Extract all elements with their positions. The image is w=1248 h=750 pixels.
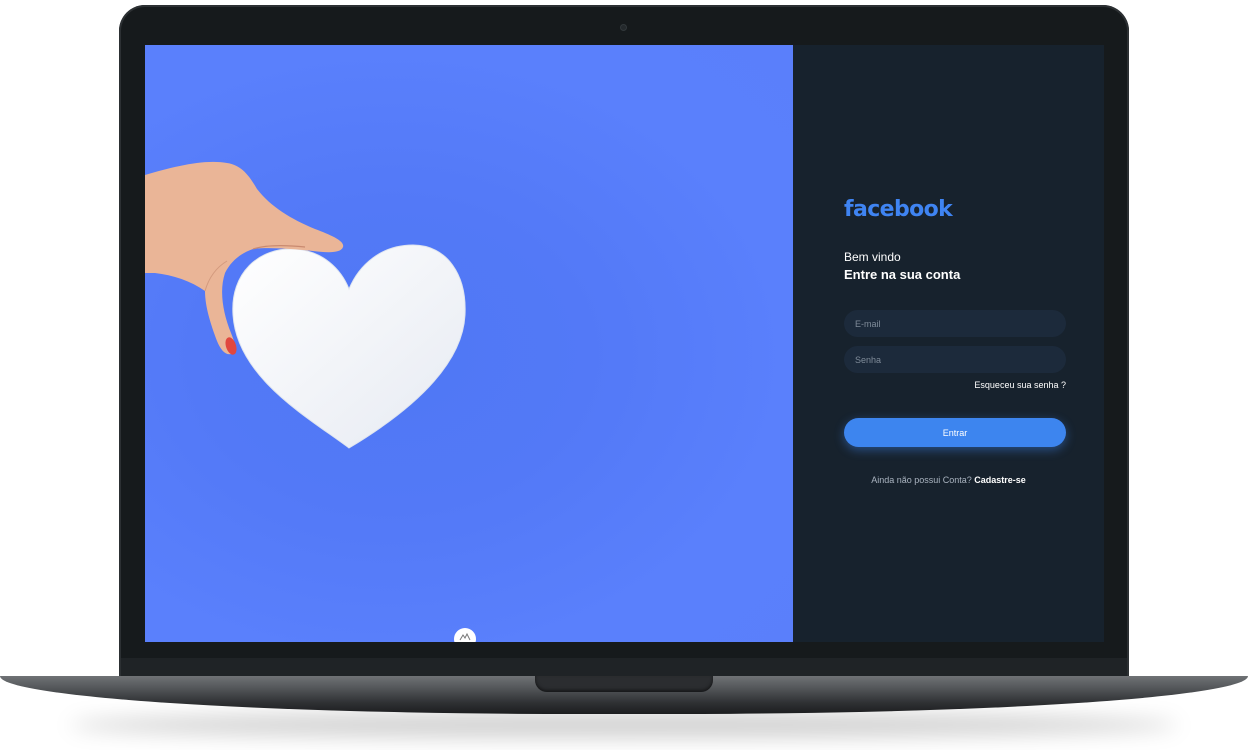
mountain-icon bbox=[454, 628, 476, 642]
login-panel: facebook Bem vindo Entre na sua conta Es… bbox=[793, 45, 1104, 642]
laptop-screen: facebook Bem vindo Entre na sua conta Es… bbox=[145, 45, 1104, 642]
login-subtitle: Entre na sua conta bbox=[844, 267, 961, 282]
camera-icon bbox=[620, 24, 627, 31]
laptop-notch bbox=[535, 676, 713, 692]
hero-image bbox=[145, 45, 793, 642]
signup-row: Ainda não possui Conta? Cadastre-se bbox=[793, 475, 1104, 485]
facebook-logo: facebook bbox=[844, 197, 953, 222]
email-input[interactable] bbox=[844, 310, 1066, 337]
password-input[interactable] bbox=[844, 346, 1066, 373]
laptop-chin bbox=[121, 658, 1127, 678]
laptop-shadow bbox=[70, 712, 1178, 738]
signup-prompt: Ainda não possui Conta? bbox=[871, 475, 972, 485]
forgot-password-link[interactable]: Esqueceu sua senha ? bbox=[974, 380, 1066, 390]
login-button[interactable]: Entrar bbox=[844, 418, 1066, 447]
hand-image bbox=[145, 161, 344, 355]
signup-link[interactable]: Cadastre-se bbox=[974, 475, 1026, 485]
welcome-text: Bem vindo bbox=[844, 250, 901, 264]
